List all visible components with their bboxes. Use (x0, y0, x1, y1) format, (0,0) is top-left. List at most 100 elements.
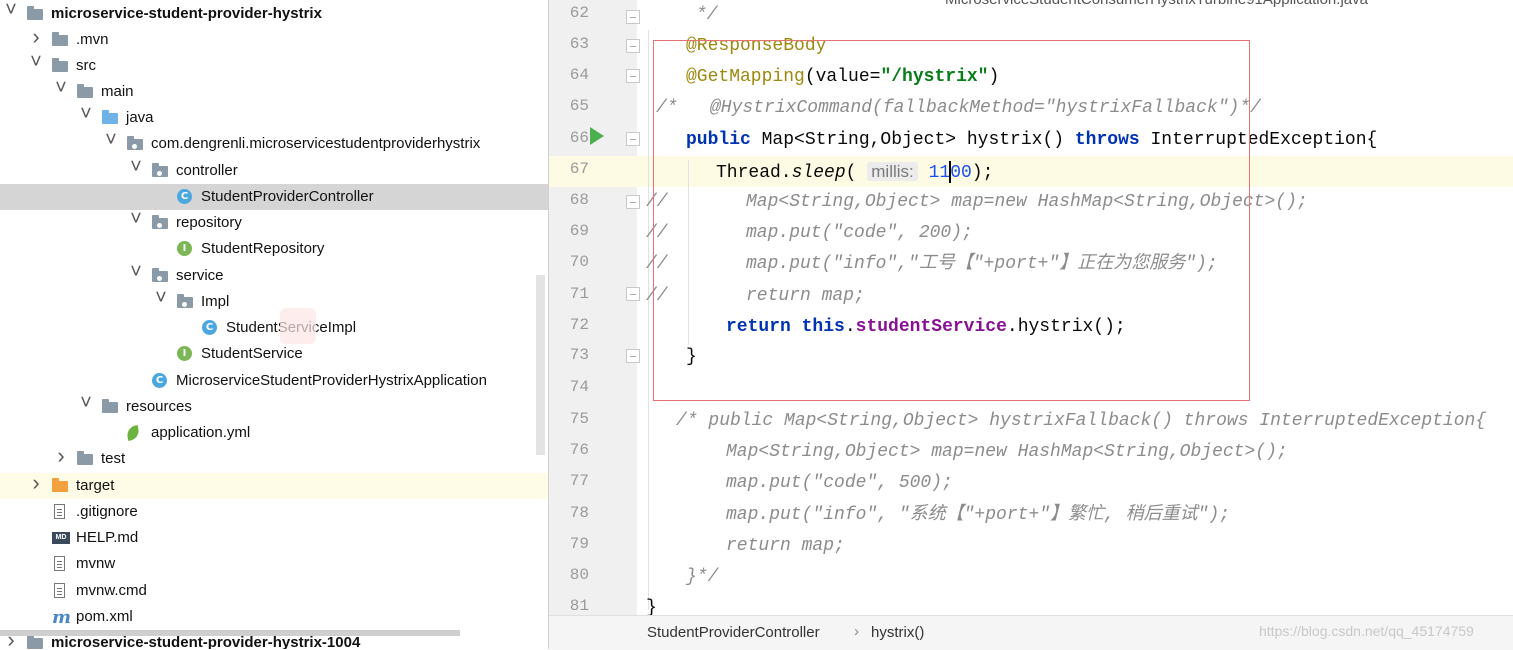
fold-marker[interactable] (626, 349, 640, 363)
text-file-icon (52, 556, 69, 572)
line-number: 62 (569, 4, 589, 22)
tree-item-label: StudentRepository (201, 240, 325, 257)
tree-item[interactable]: mvnw.cmd (0, 578, 548, 604)
chevron-down-icon[interactable]: ˅ (54, 75, 68, 101)
tree-item-label: target (76, 477, 115, 494)
fold-marker[interactable] (626, 195, 640, 209)
folder-icon (52, 58, 69, 74)
tree-horizontal-scrollbar[interactable] (0, 630, 460, 636)
tree-item[interactable]: I StudentService (0, 341, 548, 367)
tree-item[interactable]: ˅ microservice-student-provider-hystrix (0, 0, 548, 27)
class-icon: C (202, 320, 219, 336)
chevron-down-icon[interactable]: ˅ (79, 101, 93, 127)
chevron-down-icon[interactable]: ˅ (104, 127, 118, 153)
line-number: 76 (569, 441, 589, 459)
tree-item[interactable]: ˅ service (0, 261, 548, 289)
fold-marker[interactable] (626, 39, 640, 53)
folder-icon (77, 451, 94, 467)
tree-item[interactable]: I StudentRepository (0, 236, 548, 262)
tree-item-label: microservice-student-provider-hystrix (51, 5, 322, 22)
line-number: 72 (569, 316, 589, 334)
indent-guide (648, 30, 649, 610)
tree-item[interactable]: › test (0, 443, 548, 472)
chevron-right-icon[interactable]: › (54, 443, 68, 469)
line-number: 80 (569, 566, 589, 584)
tree-item[interactable]: .gitignore (0, 499, 548, 525)
editor-tab-partial[interactable]: MicroserviceStudentConsumerHystrixTurbin… (945, 0, 1368, 8)
tree-vertical-scrollbar[interactable] (536, 275, 545, 455)
chevron-down-icon[interactable]: ˅ (129, 206, 143, 232)
code-line-80: }*/ (686, 567, 719, 587)
chevron-down-icon[interactable]: ˅ (129, 154, 143, 180)
line-number: 63 (569, 35, 589, 53)
breadcrumb: StudentProviderController › hystrix() ht… (549, 615, 1513, 650)
tree-item[interactable]: MD HELP.md (0, 525, 548, 551)
chevron-right-icon[interactable]: › (29, 24, 43, 50)
tree-item[interactable]: ˅ src (0, 51, 548, 79)
fold-marker[interactable] (626, 132, 640, 146)
excluded-folder-icon (52, 478, 69, 494)
spring-yml-icon (125, 425, 144, 441)
tree-item-label: Impl (201, 293, 230, 310)
tree-item-label: StudentService (201, 345, 303, 362)
tree-item[interactable]: ˅ repository (0, 208, 548, 236)
package-icon (152, 215, 169, 231)
tree-item[interactable]: ˅ resources (0, 392, 548, 420)
watermark: https://blog.csdn.net/qq_45174759 (1259, 623, 1474, 639)
tree-item-label: resources (126, 398, 192, 415)
tree-item-label: MicroserviceStudentProviderHystrixApplic… (176, 372, 487, 389)
spring-boot-class-icon: C (152, 373, 169, 389)
line-number: 78 (569, 504, 589, 522)
line-number: 75 (569, 410, 589, 428)
package-icon (127, 136, 144, 152)
tree-item[interactable]: › .mvn (0, 24, 548, 53)
tree-item[interactable]: C StudentProviderController (0, 184, 548, 210)
class-icon: C (177, 189, 194, 205)
chevron-down-icon[interactable]: ˅ (4, 0, 18, 23)
chevron-down-icon[interactable]: ˅ (129, 259, 143, 285)
tree-item-label: controller (176, 162, 238, 179)
tree-item[interactable]: ˅ com.dengrenli.microservicestudentprovid… (0, 129, 548, 157)
tree-item-label: repository (176, 214, 242, 231)
code-line-75: /* public Map<String,Object> hystrixFall… (676, 411, 1487, 431)
fold-marker[interactable] (626, 287, 640, 301)
chevron-down-icon[interactable]: ˅ (29, 49, 43, 75)
line-number: 71 (569, 285, 589, 303)
chevron-down-icon[interactable]: ˅ (79, 390, 93, 416)
tree-item[interactable]: ˅ Impl (0, 287, 548, 315)
line-number: 77 (569, 472, 589, 490)
highlight-annotation-box (653, 40, 1250, 401)
tree-item[interactable]: mvnw (0, 551, 548, 577)
line-number: 64 (569, 66, 589, 84)
tree-item[interactable]: ˅ java (0, 103, 548, 131)
line-number: 67 (569, 160, 589, 178)
tree-item-label: mvnw (76, 555, 116, 572)
tree-item[interactable]: application.yml (0, 420, 548, 446)
line-number: 66 (569, 129, 589, 147)
run-gutter-icon[interactable] (590, 127, 604, 145)
interface-icon: I (177, 241, 194, 257)
breadcrumb-class[interactable]: StudentProviderController (647, 624, 820, 641)
tree-item[interactable]: m pom.xml (0, 604, 548, 630)
chevron-right-icon[interactable]: › (29, 470, 43, 496)
text-file-icon (52, 504, 69, 520)
line-number: 74 (569, 378, 589, 396)
drag-ghost (280, 308, 316, 344)
tree-item-label: test (101, 450, 126, 467)
interface-icon: I (177, 346, 194, 362)
breadcrumb-method[interactable]: hystrix() (871, 624, 924, 641)
tree-item-label: com.dengrenli.microservicestudentprovide… (151, 135, 481, 152)
tree-item[interactable]: › target (0, 470, 548, 499)
tree-item-label: StudentProviderController (201, 188, 374, 205)
tree-item-label: HELP.md (76, 529, 139, 546)
text-file-icon (52, 583, 69, 599)
folder-icon (27, 6, 44, 22)
tree-item[interactable]: CStudentServiceImpl (0, 315, 548, 341)
fold-marker[interactable] (626, 10, 640, 24)
fold-marker[interactable] (626, 69, 640, 83)
chevron-down-icon[interactable]: ˅ (154, 285, 168, 311)
source-folder-icon (102, 110, 119, 126)
tree-item[interactable]: ˅ controller (0, 156, 548, 184)
code-line-62: */ (696, 5, 718, 25)
tree-item-label: service (176, 267, 224, 284)
